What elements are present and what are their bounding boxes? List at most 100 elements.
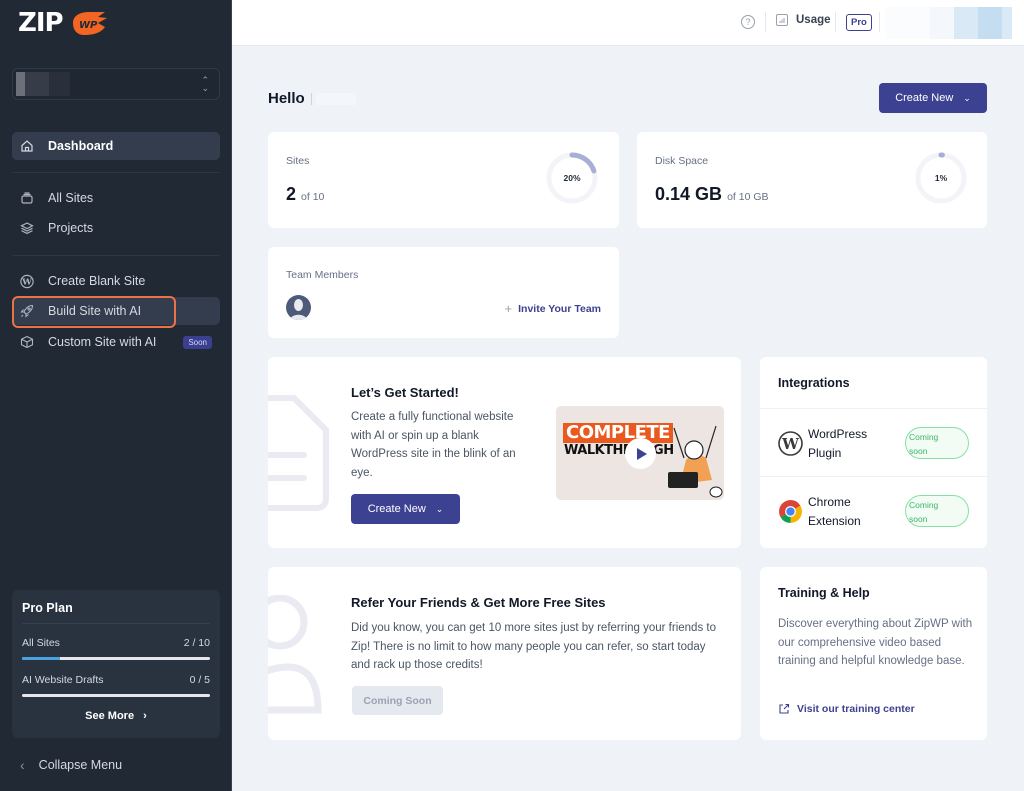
chart-icon	[776, 14, 788, 26]
wordpress-icon: W	[778, 431, 803, 456]
disk-progress-ring: 1%	[914, 151, 968, 205]
disk-used: 0.14 GB	[655, 184, 723, 204]
sidebar-item-label: Custom Site with AI	[48, 335, 157, 349]
name-line: WordPress	[808, 427, 868, 441]
user-profile-redacted[interactable]	[886, 7, 1012, 39]
create-new-button[interactable]: Create New ⌄	[879, 83, 987, 113]
cube-icon	[20, 335, 34, 349]
badge-line: Coming	[909, 500, 939, 510]
chevron-up-down-icon: ⌃ ⌄	[201, 75, 209, 93]
layers-icon	[20, 221, 34, 235]
play-button[interactable]	[625, 438, 656, 469]
coming-soon-button[interactable]: Coming Soon	[352, 686, 443, 715]
plan-row-all-sites: All Sites 2 / 10	[22, 637, 210, 649]
coming-soon-badge: Coming soon	[905, 495, 969, 527]
stat-label: Sites	[286, 155, 310, 167]
usage-button[interactable]: Usage	[776, 14, 831, 26]
video-title-line1: COMPLETE	[563, 423, 673, 443]
team-members-card: Team Members + Invite Your Team	[268, 247, 619, 338]
plan-row-label: AI Website Drafts	[22, 674, 104, 686]
chevron-right-icon: ›	[143, 710, 147, 722]
sites-count: 2	[286, 184, 297, 204]
sites-stat-card: Sites 2 of 10 20%	[268, 132, 619, 228]
sidebar-item-build-site-with-ai[interactable]: Build Site with AI	[12, 297, 220, 325]
sidebar-item-all-sites[interactable]: All Sites	[12, 184, 220, 212]
walkthrough-video-thumbnail[interactable]: COMPLETE WALKTHROUGH	[556, 406, 724, 500]
sites-limit: of 10	[301, 191, 325, 203]
usage-label: Usage	[796, 14, 831, 26]
document-illustration-icon	[268, 395, 329, 511]
see-more-link[interactable]: See More ›	[12, 710, 220, 722]
training-title: Training & Help	[778, 586, 870, 600]
create-new-button[interactable]: Create New ⌄	[351, 494, 460, 524]
sidebar-item-custom-site-with-ai[interactable]: Custom Site with AI Soon	[12, 328, 220, 356]
plan-badge[interactable]: Pro	[846, 14, 872, 31]
chevron-down-icon: ⌄	[963, 92, 971, 103]
training-help-card: Training & Help Discover everything abou…	[760, 567, 987, 740]
plan-row-label: All Sites	[22, 637, 60, 649]
greeting-divider	[310, 92, 312, 105]
collapse-menu-button[interactable]: ‹ Collapse Menu	[20, 757, 122, 773]
invite-team-button[interactable]: + Invite Your Team	[505, 301, 601, 316]
svg-text:W: W	[781, 435, 800, 453]
percent-label: 20%	[563, 173, 581, 183]
sidebar-item-label: Projects	[48, 221, 94, 235]
chevron-left-icon: ‹	[20, 757, 25, 773]
plan-title: Pro Plan	[22, 601, 73, 615]
stat-label: Disk Space	[655, 155, 709, 167]
name-line: Chrome	[808, 495, 851, 509]
invite-label: Invite Your Team	[518, 302, 601, 315]
sidebar-item-label: Dashboard	[48, 139, 114, 153]
sites-progress-ring: 20%	[545, 151, 599, 205]
zipwp-logo[interactable]: ZIP WP	[18, 8, 109, 38]
plus-icon: +	[504, 301, 513, 316]
integration-name: WordPress Plugin	[808, 425, 867, 462]
workspace-selector[interactable]: ⌃ ⌄	[12, 68, 220, 100]
training-link-label: Visit our training center	[797, 703, 915, 715]
illustration-person-icon	[668, 425, 723, 498]
video-title-line2: WALKTHROUGH	[564, 443, 674, 458]
stat-value: 2 of 10	[286, 184, 324, 205]
plan-row-value: 2 / 10	[183, 637, 210, 649]
integration-item-chrome: Chrome Extension Coming soon	[760, 476, 987, 544]
wordpress-icon: W	[20, 274, 34, 288]
sidebar-item-projects[interactable]: Projects	[12, 214, 220, 242]
visit-training-center-link[interactable]: Visit our training center	[778, 703, 915, 715]
sidebar-item-label: Build Site with AI	[48, 304, 142, 318]
stack-icon	[20, 191, 34, 205]
training-text: Discover everything about ZipWP with our…	[778, 618, 973, 667]
badge-line: soon	[909, 446, 928, 456]
topbar-divider	[879, 12, 880, 32]
see-more-label: See More	[85, 710, 135, 722]
collapse-menu-label: Collapse Menu	[38, 758, 123, 772]
progress-fill	[22, 657, 60, 660]
disk-limit: of 10 GB	[727, 191, 769, 203]
logo-flame-icon: WP	[67, 9, 109, 37]
sidebar-item-dashboard[interactable]: Dashboard	[12, 132, 220, 160]
refer-text: Did you know, you can get 10 more sites …	[351, 622, 716, 671]
name-line: Extension	[808, 513, 861, 528]
sidebar-item-create-blank-site[interactable]: W Create Blank Site	[12, 267, 220, 295]
greeting-text: Hello	[268, 90, 305, 107]
svg-text:W: W	[21, 277, 32, 287]
topbar-divider	[835, 12, 836, 32]
help-icon[interactable]: ?	[741, 15, 755, 29]
integration-item-wordpress: W WordPress Plugin Coming soon	[760, 408, 987, 476]
rocket-icon	[20, 304, 34, 318]
chevron-down-icon: ⌄	[435, 503, 444, 514]
soon-badge: Soon	[183, 335, 212, 349]
sidebar-item-label: Create Blank Site	[48, 274, 146, 288]
refer-title: Refer Your Friends & Get More Free Sites	[351, 595, 606, 610]
team-label: Team Members	[286, 269, 359, 281]
disk-space-stat-card: Disk Space 0.14 GB of 10 GB 1%	[637, 132, 987, 228]
all-sites-progress-bar	[22, 657, 210, 660]
avatar[interactable]	[286, 295, 311, 320]
logo-badge-text: WP	[79, 20, 98, 31]
get-started-title: Let’s Get Started!	[351, 385, 459, 400]
create-new-label: Create New	[367, 503, 426, 515]
coming-soon-badge: Coming soon	[905, 427, 969, 459]
badge-line: soon	[909, 514, 928, 524]
plan-row-value: 0 / 5	[189, 674, 210, 686]
get-started-text: Create a fully functional website with A…	[351, 411, 516, 479]
plan-divider	[22, 623, 210, 624]
